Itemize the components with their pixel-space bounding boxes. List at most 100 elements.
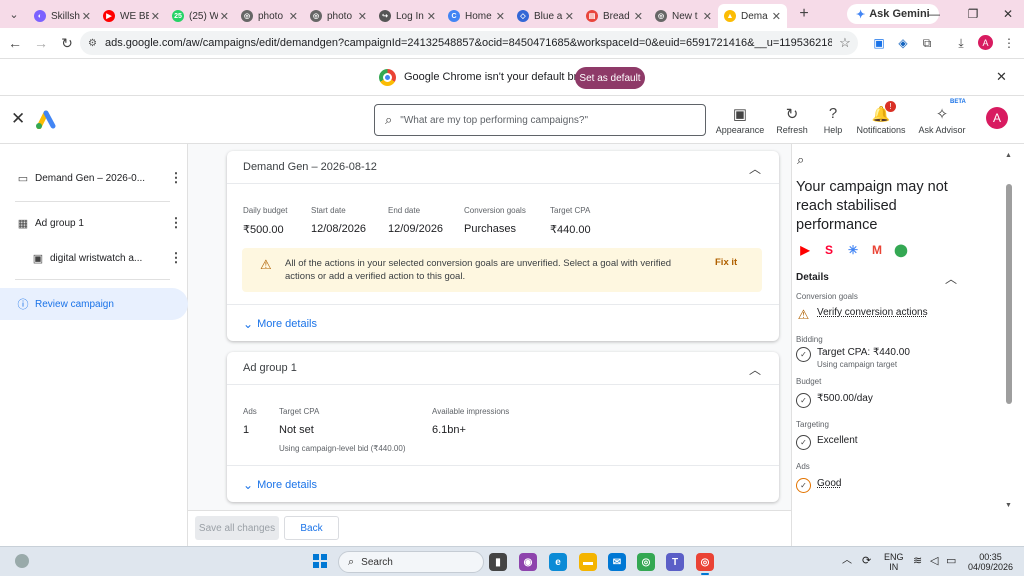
reload-icon[interactable]: ↻ xyxy=(54,30,80,56)
edge-icon[interactable]: e xyxy=(549,553,567,571)
extension-layers-icon[interactable]: ◈ xyxy=(892,32,914,54)
browser-tab[interactable]: ◐ Skillsh ✕ xyxy=(28,4,97,28)
maximize-button[interactable]: ❐ xyxy=(955,0,991,28)
scroll-down-icon[interactable]: ▼ xyxy=(1005,502,1012,509)
ad-group-more-icon[interactable]: ⋮ xyxy=(164,215,188,231)
tab-close-icon[interactable]: ✕ xyxy=(565,10,574,23)
tab-list: ◐Skillsh✕▶WE BE✕25(25) W✕◎photo✕◎photo✕↪… xyxy=(28,0,787,28)
scroll-up-icon[interactable]: ▲ xyxy=(1005,152,1012,159)
language-indicator[interactable]: ENG IN xyxy=(884,552,904,572)
back-button[interactable]: Back xyxy=(284,516,339,540)
back-arrow-icon[interactable]: ← xyxy=(2,30,28,56)
clock-time: 00:35 xyxy=(979,552,1002,562)
tab-close-icon[interactable]: ✕ xyxy=(427,10,436,23)
taskbar-search[interactable]: ⌕ Search xyxy=(338,551,484,573)
file-explorer-icon[interactable]: ▬ xyxy=(579,553,597,571)
save-all-changes-button[interactable]: Save all changes xyxy=(195,516,279,540)
shorts-icon: S xyxy=(824,243,833,257)
tab-favicon-icon: ◎ xyxy=(241,10,253,22)
browser-menu-icon[interactable]: ⋮ xyxy=(998,32,1020,54)
site-info-icon[interactable]: ⚙ xyxy=(88,38,97,49)
tab-search-chevron-icon[interactable]: ⌄ xyxy=(0,0,28,28)
task-view-icon[interactable]: ▮ xyxy=(489,553,507,571)
browser-tab[interactable]: ▲ Dema ✕ xyxy=(718,4,787,28)
volume-icon[interactable]: ◁ xyxy=(930,556,938,567)
nav-item-ad[interactable]: ▣ digital wristwatch a... ⋮ xyxy=(0,242,188,274)
download-icon[interactable]: ⤓ xyxy=(950,32,972,54)
tab-close-icon[interactable]: ✕ xyxy=(496,10,505,23)
outlook-icon[interactable]: ✉ xyxy=(608,553,626,571)
wifi-icon[interactable]: ≋ xyxy=(913,556,922,567)
bookmark-star-icon[interactable]: ☆ xyxy=(832,35,858,51)
set-as-default-button[interactable]: Set as default xyxy=(575,67,645,89)
ad-more-icon[interactable]: ⋮ xyxy=(164,250,188,266)
campaign-summary-card: Demand Gen – 2026-08-12 ︿ Daily budget ₹… xyxy=(227,151,779,341)
start-date-label: Start date xyxy=(311,206,346,215)
browser-tab[interactable]: ◎ photo ✕ xyxy=(235,4,304,28)
panel-scrollbar[interactable]: ▲ ▼ xyxy=(1005,152,1013,524)
omnibox[interactable]: ⚙ ads.google.com/aw/campaigns/edit/deman… xyxy=(80,31,858,55)
ads-strength-link[interactable]: ✓ Good xyxy=(796,478,841,493)
nav-item-review-campaign[interactable]: ⓘ Review campaign xyxy=(0,288,188,320)
fix-it-link[interactable]: Fix it xyxy=(715,257,737,268)
ask-advisor-button[interactable]: ✧ BETA Ask Advisor xyxy=(912,99,972,135)
notifications-button[interactable]: 🔔 ! Notifications xyxy=(851,101,911,135)
browser-profile-avatar[interactable]: A xyxy=(978,35,993,50)
close-editor-icon[interactable]: ✕ xyxy=(11,109,25,129)
start-date-value: 12/08/2026 xyxy=(311,223,367,235)
campaign-card-title: Demand Gen – 2026-08-12 xyxy=(243,161,377,173)
teams-icon[interactable]: T xyxy=(666,553,684,571)
url-text[interactable]: ads.google.com/aw/campaigns/edit/demandg… xyxy=(105,37,832,49)
tab-close-icon[interactable]: ✕ xyxy=(358,10,367,23)
browser-tab[interactable]: ▤ Bread ✕ xyxy=(580,4,649,28)
windows-start-icon[interactable] xyxy=(313,554,327,568)
tab-close-icon[interactable]: ✕ xyxy=(634,10,643,23)
copilot-icon[interactable]: ◉ xyxy=(519,553,537,571)
chrome-active-taskbar-icon[interactable]: ◎ xyxy=(696,553,714,575)
account-avatar[interactable]: A xyxy=(986,107,1008,129)
ads-search-input[interactable]: ⌕ "What are my top performing campaigns?… xyxy=(374,104,706,136)
minimize-button[interactable]: — xyxy=(916,0,952,28)
collapse-chevron-icon[interactable]: ︿ xyxy=(749,160,761,177)
budget-value: ₹500.00/day xyxy=(817,393,873,404)
extensions-puzzle-icon[interactable]: ⧉ xyxy=(916,32,938,54)
target-cpa-label: Target CPA xyxy=(550,206,591,215)
clock[interactable]: 00:35 04/09/2026 xyxy=(968,552,1013,572)
tab-close-icon[interactable]: ✕ xyxy=(772,10,781,23)
forward-arrow-icon[interactable]: → xyxy=(28,30,54,56)
tab-close-icon[interactable]: ✕ xyxy=(289,10,298,23)
campaign-more-icon[interactable]: ⋮ xyxy=(164,170,188,186)
ad-group-more-details-link[interactable]: ⌄ More details xyxy=(243,478,317,492)
details-collapse-icon[interactable]: ︿ xyxy=(945,270,957,287)
nav-item-ad-group[interactable]: ▦ Ad group 1 ⋮ xyxy=(0,207,188,239)
browser-tab[interactable]: C Home ✕ xyxy=(442,4,511,28)
chrome-taskbar-icon[interactable]: ◎ xyxy=(637,553,655,571)
weather-icon[interactable] xyxy=(15,554,29,568)
tray-app-icon[interactable]: ⟳ xyxy=(862,556,871,567)
ads-label: Ads xyxy=(243,407,257,416)
new-tab-button[interactable]: + xyxy=(793,3,815,25)
tab-close-icon[interactable]: ✕ xyxy=(220,10,229,23)
browser-tab[interactable]: ◎ New t ✕ xyxy=(649,4,718,28)
window-close-button[interactable]: ✕ xyxy=(990,0,1024,28)
browser-tab[interactable]: ◎ photo ✕ xyxy=(304,4,373,28)
collapse-chevron-icon[interactable]: ︿ xyxy=(749,361,761,378)
scrollbar-thumb[interactable] xyxy=(1006,184,1012,404)
conversion-goals-label: Conversion goals xyxy=(796,292,858,301)
campaign-more-details-link[interactable]: ⌄ More details xyxy=(243,317,317,331)
browser-tab[interactable]: ◇ Blue a ✕ xyxy=(511,4,580,28)
daily-budget-field: Daily budget ₹500.00 xyxy=(243,206,287,236)
appearance-button[interactable]: ▣ Appearance xyxy=(710,105,770,135)
browser-tab[interactable]: 25 (25) W ✕ xyxy=(166,4,235,28)
verify-conversion-actions-link[interactable]: ⚠ Verify conversion actions xyxy=(796,307,928,322)
browser-tab[interactable]: ↪ Log In ✕ xyxy=(373,4,442,28)
browser-tab[interactable]: ▶ WE BE✕ xyxy=(97,4,166,28)
extension-m-icon[interactable]: ▣ xyxy=(868,32,890,54)
nav-item-campaign[interactable]: ▭ Demand Gen – 2026-0... ⋮ xyxy=(0,162,188,194)
tab-close-icon[interactable]: ✕ xyxy=(82,10,91,23)
tray-chevron-icon[interactable]: ︿ xyxy=(842,556,852,566)
infobar-close-icon[interactable]: ✕ xyxy=(996,69,1007,85)
battery-icon[interactable]: ▭ xyxy=(946,556,956,567)
tab-close-icon[interactable]: ✕ xyxy=(151,10,160,23)
tab-close-icon[interactable]: ✕ xyxy=(703,10,712,23)
